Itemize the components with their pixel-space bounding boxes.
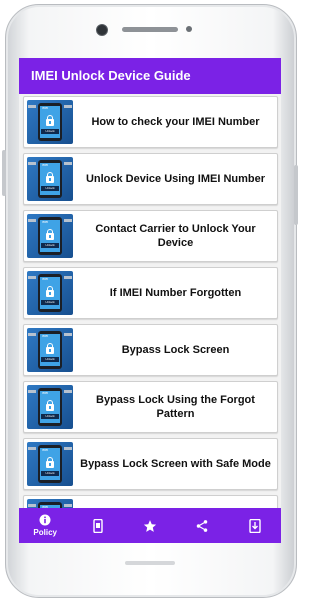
thumb-tag: Unlock (41, 414, 59, 419)
tab-download[interactable] (229, 508, 281, 543)
thumb-tag: Unlock (41, 471, 59, 476)
list-item[interactable]: IMEI Unlock If IMEI Number Forgotten (23, 267, 278, 319)
list-item[interactable]: IMEI Unlock Bypass Lock Screen (23, 324, 278, 376)
front-camera (96, 24, 108, 36)
lock-thumbnail-icon: IMEI Unlock (27, 214, 73, 258)
bottom-navigation: Policy (19, 508, 281, 543)
thumb-brand: IMEI (42, 334, 49, 338)
list-item-label: Contact Carrier to Unlock Your Device (95, 223, 256, 249)
thumb-brand: IMEI (42, 163, 49, 167)
tab-rate[interactable] (124, 508, 176, 543)
tab-phone[interactable] (71, 508, 123, 543)
thumb-tag: Unlock (41, 186, 59, 191)
lock-thumbnail-icon: IMEI Unlock (27, 385, 73, 429)
list-item-label: How to check your IMEI Number (91, 116, 260, 128)
list-item-label: Bypass Lock Screen (121, 344, 230, 356)
lock-thumbnail-icon: IMEI Unlock (27, 157, 73, 201)
thumb-tag: Unlock (41, 129, 59, 134)
list-item[interactable]: IMEI Unlock How to check your IMEI Numbe… (23, 96, 278, 148)
thumb-brand: IMEI (42, 106, 49, 110)
tab-share[interactable] (176, 508, 228, 543)
thumb-tag: Unlock (41, 243, 59, 248)
thumb-brand: IMEI (42, 277, 49, 281)
list-item[interactable]: IMEI Unlock Contact Carrier to Unlock Yo… (23, 210, 278, 262)
power-button (294, 165, 298, 225)
tab-policy[interactable]: Policy (19, 508, 71, 543)
list-item[interactable]: IMEI Unlock Bypass Lock Using the Forgot… (23, 381, 278, 433)
lock-thumbnail-icon: IMEI Unlock (27, 328, 73, 372)
tab-policy-label: Policy (33, 528, 57, 537)
thumb-tag: Unlock (41, 357, 59, 362)
lock-thumbnail-icon: IMEI Unlock (27, 271, 73, 315)
app-bar: IMEI Unlock Device Guide (19, 58, 281, 94)
star-icon (143, 519, 157, 532)
home-indicator (125, 561, 175, 565)
list-item-label: Bypass Lock Screen with Safe Mode (80, 458, 271, 470)
app-title: IMEI Unlock Device Guide (31, 68, 191, 83)
list-item-label: Unlock Device Using IMEI Number (85, 173, 266, 185)
guide-list: IMEI Unlock How to check your IMEI Numbe… (23, 96, 278, 543)
list-item[interactable]: IMEI Unlock Unlock Device Using IMEI Num… (23, 153, 278, 205)
share-icon (197, 519, 208, 532)
app-screen: IMEI Unlock Device Guide IMEI Unlock How… (19, 58, 281, 543)
volume-button (2, 150, 6, 196)
list-item[interactable]: IMEI Unlock Bypass Lock Screen with Safe… (23, 438, 278, 490)
phone-icon (92, 518, 103, 533)
proximity-sensor (186, 26, 192, 32)
list-item-label: Bypass Lock Using the Forgot Pattern (96, 394, 255, 420)
lock-thumbnail-icon: IMEI Unlock (27, 100, 73, 144)
list-item-label: If IMEI Number Forgotten (109, 287, 242, 299)
thumb-brand: IMEI (42, 448, 49, 452)
info-icon (39, 514, 51, 526)
thumb-brand: IMEI (42, 391, 49, 395)
thumb-tag: Unlock (41, 300, 59, 305)
earpiece-speaker (122, 27, 178, 32)
lock-thumbnail-icon: IMEI Unlock (27, 442, 73, 486)
download-icon (249, 518, 261, 533)
thumb-brand: IMEI (42, 220, 49, 224)
